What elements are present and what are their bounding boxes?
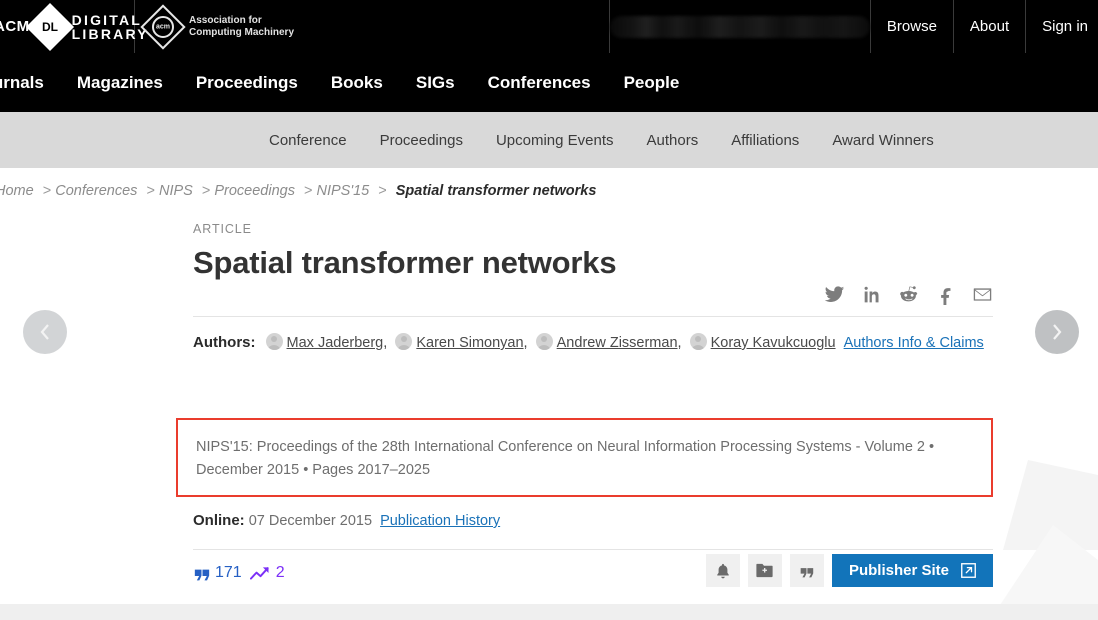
redaction-blur-overlay bbox=[609, 15, 870, 38]
subnav-item-upcoming-events[interactable]: Upcoming Events bbox=[496, 132, 614, 149]
quote-mark-icon bbox=[801, 567, 814, 577]
avatar bbox=[395, 333, 413, 350]
acm-org-line1: Association for bbox=[189, 14, 262, 26]
subnav-item-proceedings[interactable]: Proceedings bbox=[380, 132, 463, 149]
nav-item-magazines[interactable]: Magazines bbox=[77, 73, 163, 93]
nav-item-sigs[interactable]: SIGs bbox=[416, 73, 455, 93]
alert-button[interactable] bbox=[705, 554, 740, 587]
citation-count-metric[interactable]: 171 bbox=[193, 564, 242, 582]
chevron-right-icon bbox=[1053, 324, 1062, 340]
author-link-1[interactable]: Max Jaderberg bbox=[287, 335, 384, 351]
author-sep-3: , bbox=[677, 335, 682, 351]
about-link[interactable]: About bbox=[952, 0, 1025, 53]
nav-item-people[interactable]: People bbox=[624, 73, 680, 93]
chevron-left-icon bbox=[40, 324, 49, 340]
downloads-metric[interactable]: 2 bbox=[249, 564, 285, 582]
acm-association-text: Association for Computing Machinery bbox=[189, 15, 294, 39]
breadcrumb-item-nips15[interactable]: NIPS'15 bbox=[316, 183, 369, 199]
avatar bbox=[265, 333, 283, 350]
metrics-row: 171 2 bbox=[193, 564, 285, 582]
cite-button[interactable] bbox=[789, 554, 824, 587]
nav-item-books[interactable]: Books bbox=[331, 73, 383, 93]
author-sep-2: , bbox=[523, 335, 528, 351]
breadcrumb-separator: > bbox=[42, 183, 52, 199]
subnav-item-award-winners[interactable]: Award Winners bbox=[832, 132, 933, 149]
main-navigation-bar: Journals Magazines Proceedings Books SIG… bbox=[0, 53, 1098, 112]
footer-strip bbox=[0, 604, 1098, 620]
top-header-links: Browse About Sign in bbox=[869, 0, 1098, 53]
author-sep-1: , bbox=[383, 335, 388, 351]
breadcrumb-item-home[interactable]: Home bbox=[0, 183, 34, 199]
authors-row: Authors: Max Jaderberg, Karen Simonyan, … bbox=[193, 329, 993, 357]
top-header-bar: ACM DIGITAL LIBRARY Association for Comp… bbox=[0, 0, 1098, 53]
nav-item-journals[interactable]: Journals bbox=[0, 73, 44, 93]
library-text: LIBRARY bbox=[71, 25, 149, 42]
external-link-icon bbox=[961, 563, 976, 578]
publisher-site-label: Publisher Site bbox=[848, 562, 949, 579]
downloads-value: 2 bbox=[275, 564, 285, 581]
digital-library-wordmark: DIGITAL LIBRARY bbox=[72, 13, 149, 41]
search-bar-redacted[interactable] bbox=[609, 0, 870, 53]
online-label: Online: bbox=[193, 512, 245, 529]
article-actions-row: Publisher Site bbox=[705, 554, 993, 587]
online-date-value: 07 December 2015 bbox=[248, 513, 373, 529]
publication-info-highlight-box: NIPS'15: Proceedings of the 28th Interna… bbox=[176, 418, 993, 497]
article-type-label: ARTICLE bbox=[193, 222, 252, 236]
author-link-4[interactable]: Koray Kavukcuoglu bbox=[711, 335, 836, 351]
authors-info-claims-link[interactable]: Authors Info & Claims bbox=[844, 335, 984, 351]
browse-link[interactable]: Browse bbox=[869, 0, 953, 53]
email-icon[interactable] bbox=[972, 284, 993, 305]
nav-item-proceedings[interactable]: Proceedings bbox=[196, 73, 298, 93]
dl-diamond-icon bbox=[25, 2, 74, 51]
avatar bbox=[535, 333, 553, 350]
acm-digital-library-logo[interactable]: ACM DIGITAL LIBRARY bbox=[0, 0, 147, 53]
subnav-item-affiliations[interactable]: Affiliations bbox=[731, 132, 799, 149]
page-title: Spatial transformer networks bbox=[193, 245, 617, 280]
authors-label: Authors: bbox=[193, 334, 256, 351]
next-article-button[interactable] bbox=[1035, 310, 1079, 354]
sign-in-link[interactable]: Sign in bbox=[1025, 0, 1098, 53]
acm-diamond-icon bbox=[140, 3, 186, 50]
citation-count-value: 171 bbox=[215, 564, 242, 581]
author-link-2[interactable]: Karen Simonyan bbox=[416, 335, 523, 351]
twitter-icon[interactable] bbox=[824, 284, 845, 305]
breadcrumb-separator: > bbox=[378, 183, 387, 199]
breadcrumb: Home > Conferences > NIPS > Proceedings … bbox=[0, 183, 1098, 199]
breadcrumb-separator: > bbox=[146, 183, 155, 199]
acm-org-line2: Computing Machinery bbox=[189, 26, 295, 38]
online-date-row: Online: 07 December 2015 Publication His… bbox=[193, 512, 500, 529]
breadcrumb-item-conferences[interactable]: Conferences bbox=[55, 183, 137, 199]
folder-add-icon bbox=[756, 563, 774, 578]
publisher-site-button[interactable]: Publisher Site bbox=[831, 554, 993, 587]
trend-arrow-icon bbox=[249, 567, 269, 580]
avatar bbox=[689, 333, 707, 350]
breadcrumb-separator: > bbox=[303, 183, 313, 199]
linkedin-icon[interactable] bbox=[861, 284, 882, 305]
bell-icon bbox=[717, 563, 729, 578]
breadcrumb-item-nips[interactable]: NIPS bbox=[159, 183, 193, 199]
nav-item-conferences[interactable]: Conferences bbox=[488, 73, 591, 93]
content-divider-bottom bbox=[193, 549, 993, 550]
acm-association-logo[interactable]: Association for Computing Machinery bbox=[135, 0, 609, 53]
subnav-item-conference[interactable]: Conference bbox=[269, 132, 347, 149]
article-detail-panel: ARTICLE Spatial transformer networks Aut… bbox=[176, 222, 993, 587]
quote-icon bbox=[194, 569, 210, 581]
save-to-binder-button[interactable] bbox=[747, 554, 782, 587]
secondary-navigation-bar: Conference Proceedings Upcoming Events A… bbox=[0, 112, 1098, 168]
breadcrumb-separator: > bbox=[201, 183, 211, 199]
previous-article-button[interactable] bbox=[23, 310, 67, 354]
content-divider-top bbox=[193, 316, 993, 317]
author-link-3[interactable]: Andrew Zisserman bbox=[557, 335, 678, 351]
reddit-icon[interactable] bbox=[898, 284, 919, 305]
breadcrumb-item-proceedings[interactable]: Proceedings bbox=[214, 183, 295, 199]
subnav-item-authors[interactable]: Authors bbox=[647, 132, 699, 149]
facebook-icon[interactable] bbox=[935, 284, 956, 305]
publication-history-link[interactable]: Publication History bbox=[380, 513, 500, 529]
breadcrumb-current-page: Spatial transformer networks bbox=[395, 183, 597, 199]
social-share-row bbox=[824, 284, 993, 305]
publication-info-text: NIPS'15: Proceedings of the 28th Interna… bbox=[196, 439, 935, 478]
